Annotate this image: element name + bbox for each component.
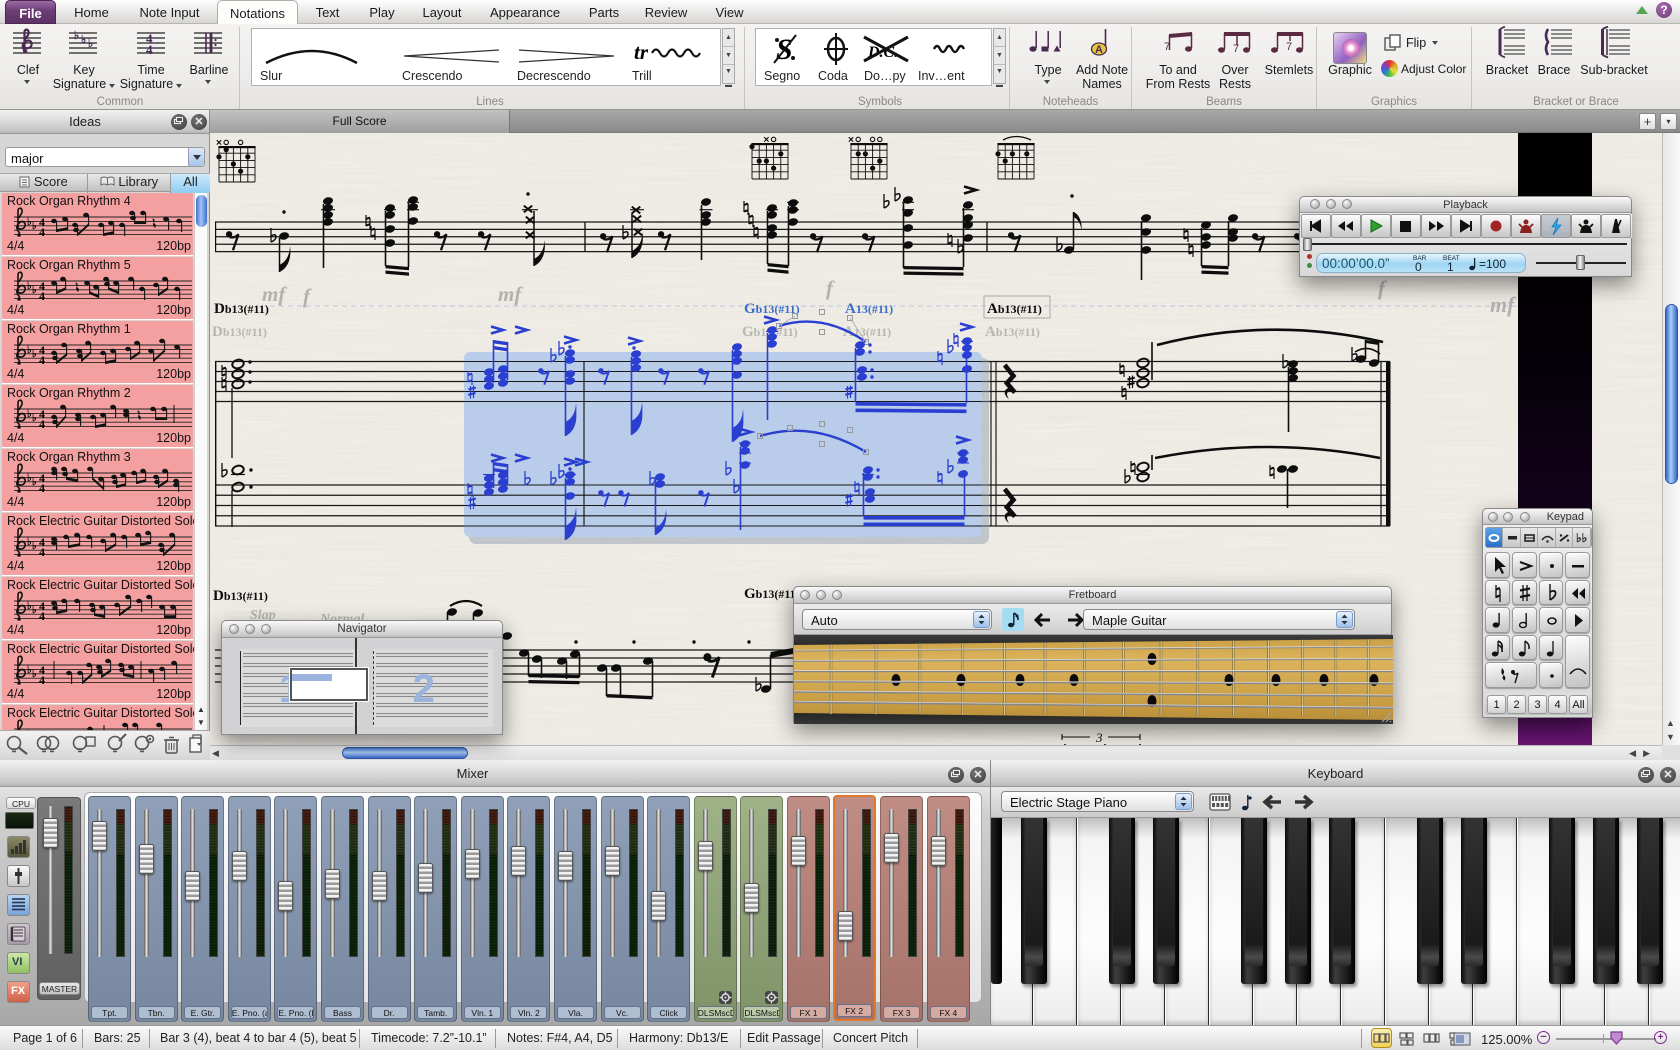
svg-text:7: 7	[1233, 43, 1239, 55]
svg-text:♭: ♭	[74, 30, 79, 42]
svg-text:3: 3	[1095, 730, 1103, 745]
svg-text:Ab13(#11): Ab13(#11)	[985, 324, 1040, 340]
svg-text:4: 4	[39, 417, 45, 431]
svg-text:f: f	[1378, 276, 1387, 300]
svg-text:Segno: Segno	[764, 69, 800, 83]
svg-text:f: f	[826, 276, 835, 300]
svg-text:♭: ♭	[32, 349, 37, 360]
svg-text:Db13(#11): Db13(#11)	[214, 301, 269, 317]
svg-text:4: 4	[39, 673, 45, 687]
svg-text:4: 4	[39, 289, 45, 303]
svg-text:4: 4	[146, 42, 153, 57]
svg-text:♭: ♭	[32, 221, 37, 232]
svg-text:4: 4	[39, 481, 45, 495]
svg-text:4: 4	[39, 225, 45, 239]
svg-text:7: 7	[1164, 41, 1170, 53]
svg-text:Coda: Coda	[818, 69, 848, 83]
svg-text:Slur: Slur	[260, 69, 282, 83]
svg-text:mf: mf	[498, 282, 523, 306]
svg-text:Do…py: Do…py	[864, 69, 906, 83]
svg-text:tr: tr	[634, 40, 649, 64]
svg-text:A: A	[1095, 44, 1103, 56]
svg-text:Gb13(#11): Gb13(#11)	[744, 301, 800, 317]
svg-text:mf: mf	[1490, 292, 1517, 317]
svg-text:♭: ♭	[32, 413, 37, 424]
svg-text:♭: ♭	[32, 285, 37, 296]
svg-text:Gb13(#11): Gb13(#11)	[744, 586, 800, 602]
svg-text:♭: ♭	[32, 669, 37, 680]
svg-text:7: 7	[1286, 41, 1292, 53]
svg-text:Trill: Trill	[632, 69, 652, 83]
svg-text:♭: ♭	[88, 38, 93, 50]
svg-text:♭♭: ♭♭	[1576, 531, 1587, 545]
svg-text:Db13(#11): Db13(#11)	[212, 324, 267, 340]
svg-text:4: 4	[39, 353, 45, 367]
svg-text:♭: ♭	[81, 34, 86, 46]
svg-text:Decrescendo: Decrescendo	[517, 69, 591, 83]
svg-text:4: 4	[39, 609, 45, 623]
svg-text:♭: ♭	[32, 605, 37, 616]
svg-text:Inv…ent: Inv…ent	[918, 69, 965, 83]
svg-text:4: 4	[39, 545, 45, 559]
svg-text:Ab13(#11): Ab13(#11)	[987, 301, 1042, 317]
svg-text:f: f	[303, 284, 312, 308]
svg-text:♭: ♭	[32, 477, 37, 488]
svg-text:♭: ♭	[32, 541, 37, 552]
svg-text:Db13(#11): Db13(#11)	[213, 588, 268, 604]
svg-text:Crescendo: Crescendo	[402, 69, 462, 83]
svg-text:A13(#11): A13(#11)	[845, 301, 893, 317]
